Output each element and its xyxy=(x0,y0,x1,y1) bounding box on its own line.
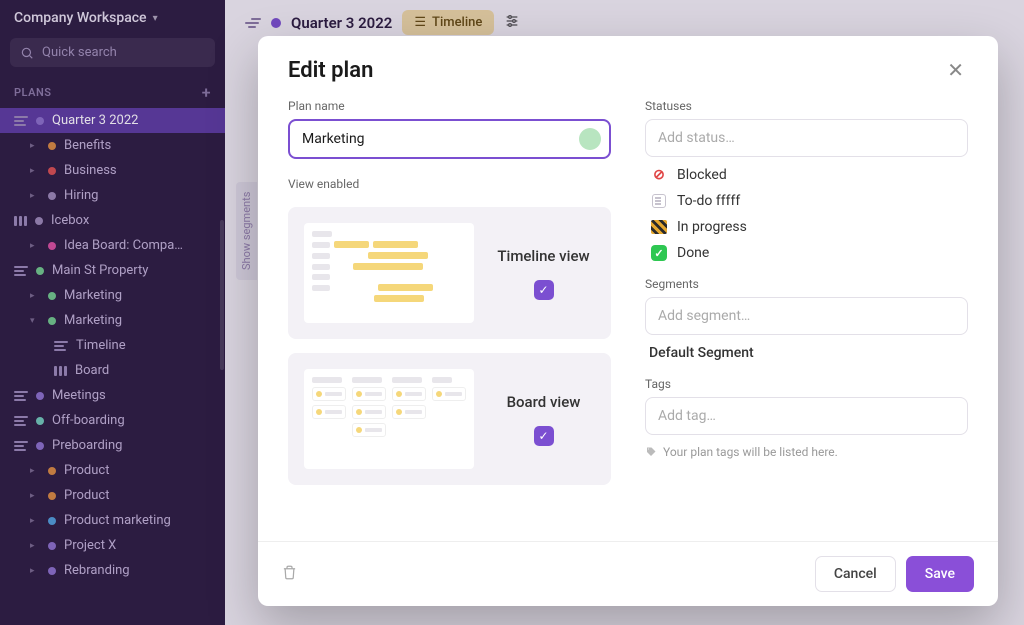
status-row-progress[interactable]: In progress xyxy=(651,219,968,235)
view-name-board: Board view xyxy=(492,393,595,411)
cancel-button[interactable]: Cancel xyxy=(815,556,896,592)
add-tag-input[interactable] xyxy=(645,397,968,435)
add-segment-input[interactable] xyxy=(645,297,968,335)
tag-hint-text: Your plan tags will be listed here. xyxy=(663,445,838,459)
status-label: To-do fffff xyxy=(677,193,740,209)
view-name-timeline: Timeline view xyxy=(492,247,595,265)
board-preview xyxy=(304,369,474,469)
tag-hint: Your plan tags will be listed here. xyxy=(645,445,968,459)
save-button[interactable]: Save xyxy=(906,556,974,592)
status-row-done[interactable]: ✓ Done xyxy=(651,245,968,261)
edit-plan-modal: Edit plan ✕ Plan name View enabled xyxy=(258,36,998,606)
timeline-view-checkbox[interactable]: ✓ xyxy=(534,280,554,300)
in-progress-icon xyxy=(651,219,667,235)
todo-icon xyxy=(651,193,667,209)
status-label: In progress xyxy=(677,219,747,235)
view-card-board: Board view ✓ xyxy=(288,353,611,485)
default-segment[interactable]: Default Segment xyxy=(645,335,968,371)
close-icon[interactable]: ✕ xyxy=(943,58,968,82)
status-row-todo[interactable]: To-do fffff xyxy=(651,193,968,209)
done-icon: ✓ xyxy=(651,245,667,261)
modal-right-column: Statuses ⊘ Blocked To-do fffff In progress ✓… xyxy=(645,93,968,531)
segments-label: Segments xyxy=(645,277,968,291)
board-view-checkbox[interactable]: ✓ xyxy=(534,426,554,446)
tags-label: Tags xyxy=(645,377,968,391)
statuses-label: Statuses xyxy=(645,99,968,113)
add-status-input[interactable] xyxy=(645,119,968,157)
plan-color-swatch[interactable] xyxy=(579,128,601,150)
blocked-icon: ⊘ xyxy=(651,167,667,183)
status-list: ⊘ Blocked To-do fffff In progress ✓ Done xyxy=(645,167,968,261)
view-enabled-label: View enabled xyxy=(288,177,611,191)
delete-plan-button[interactable] xyxy=(282,565,297,584)
modal-title: Edit plan xyxy=(288,58,943,83)
plan-name-input[interactable] xyxy=(288,119,611,159)
view-card-timeline: Timeline view ✓ xyxy=(288,207,611,339)
tag-icon xyxy=(645,446,657,458)
timeline-preview xyxy=(304,223,474,323)
status-label: Done xyxy=(677,245,709,261)
status-label: Blocked xyxy=(677,167,727,183)
status-row-blocked[interactable]: ⊘ Blocked xyxy=(651,167,968,183)
modal-left-column: Plan name View enabled Timeline view xyxy=(288,93,611,531)
plan-name-label: Plan name xyxy=(288,99,611,113)
modal-footer: Cancel Save xyxy=(258,541,998,606)
